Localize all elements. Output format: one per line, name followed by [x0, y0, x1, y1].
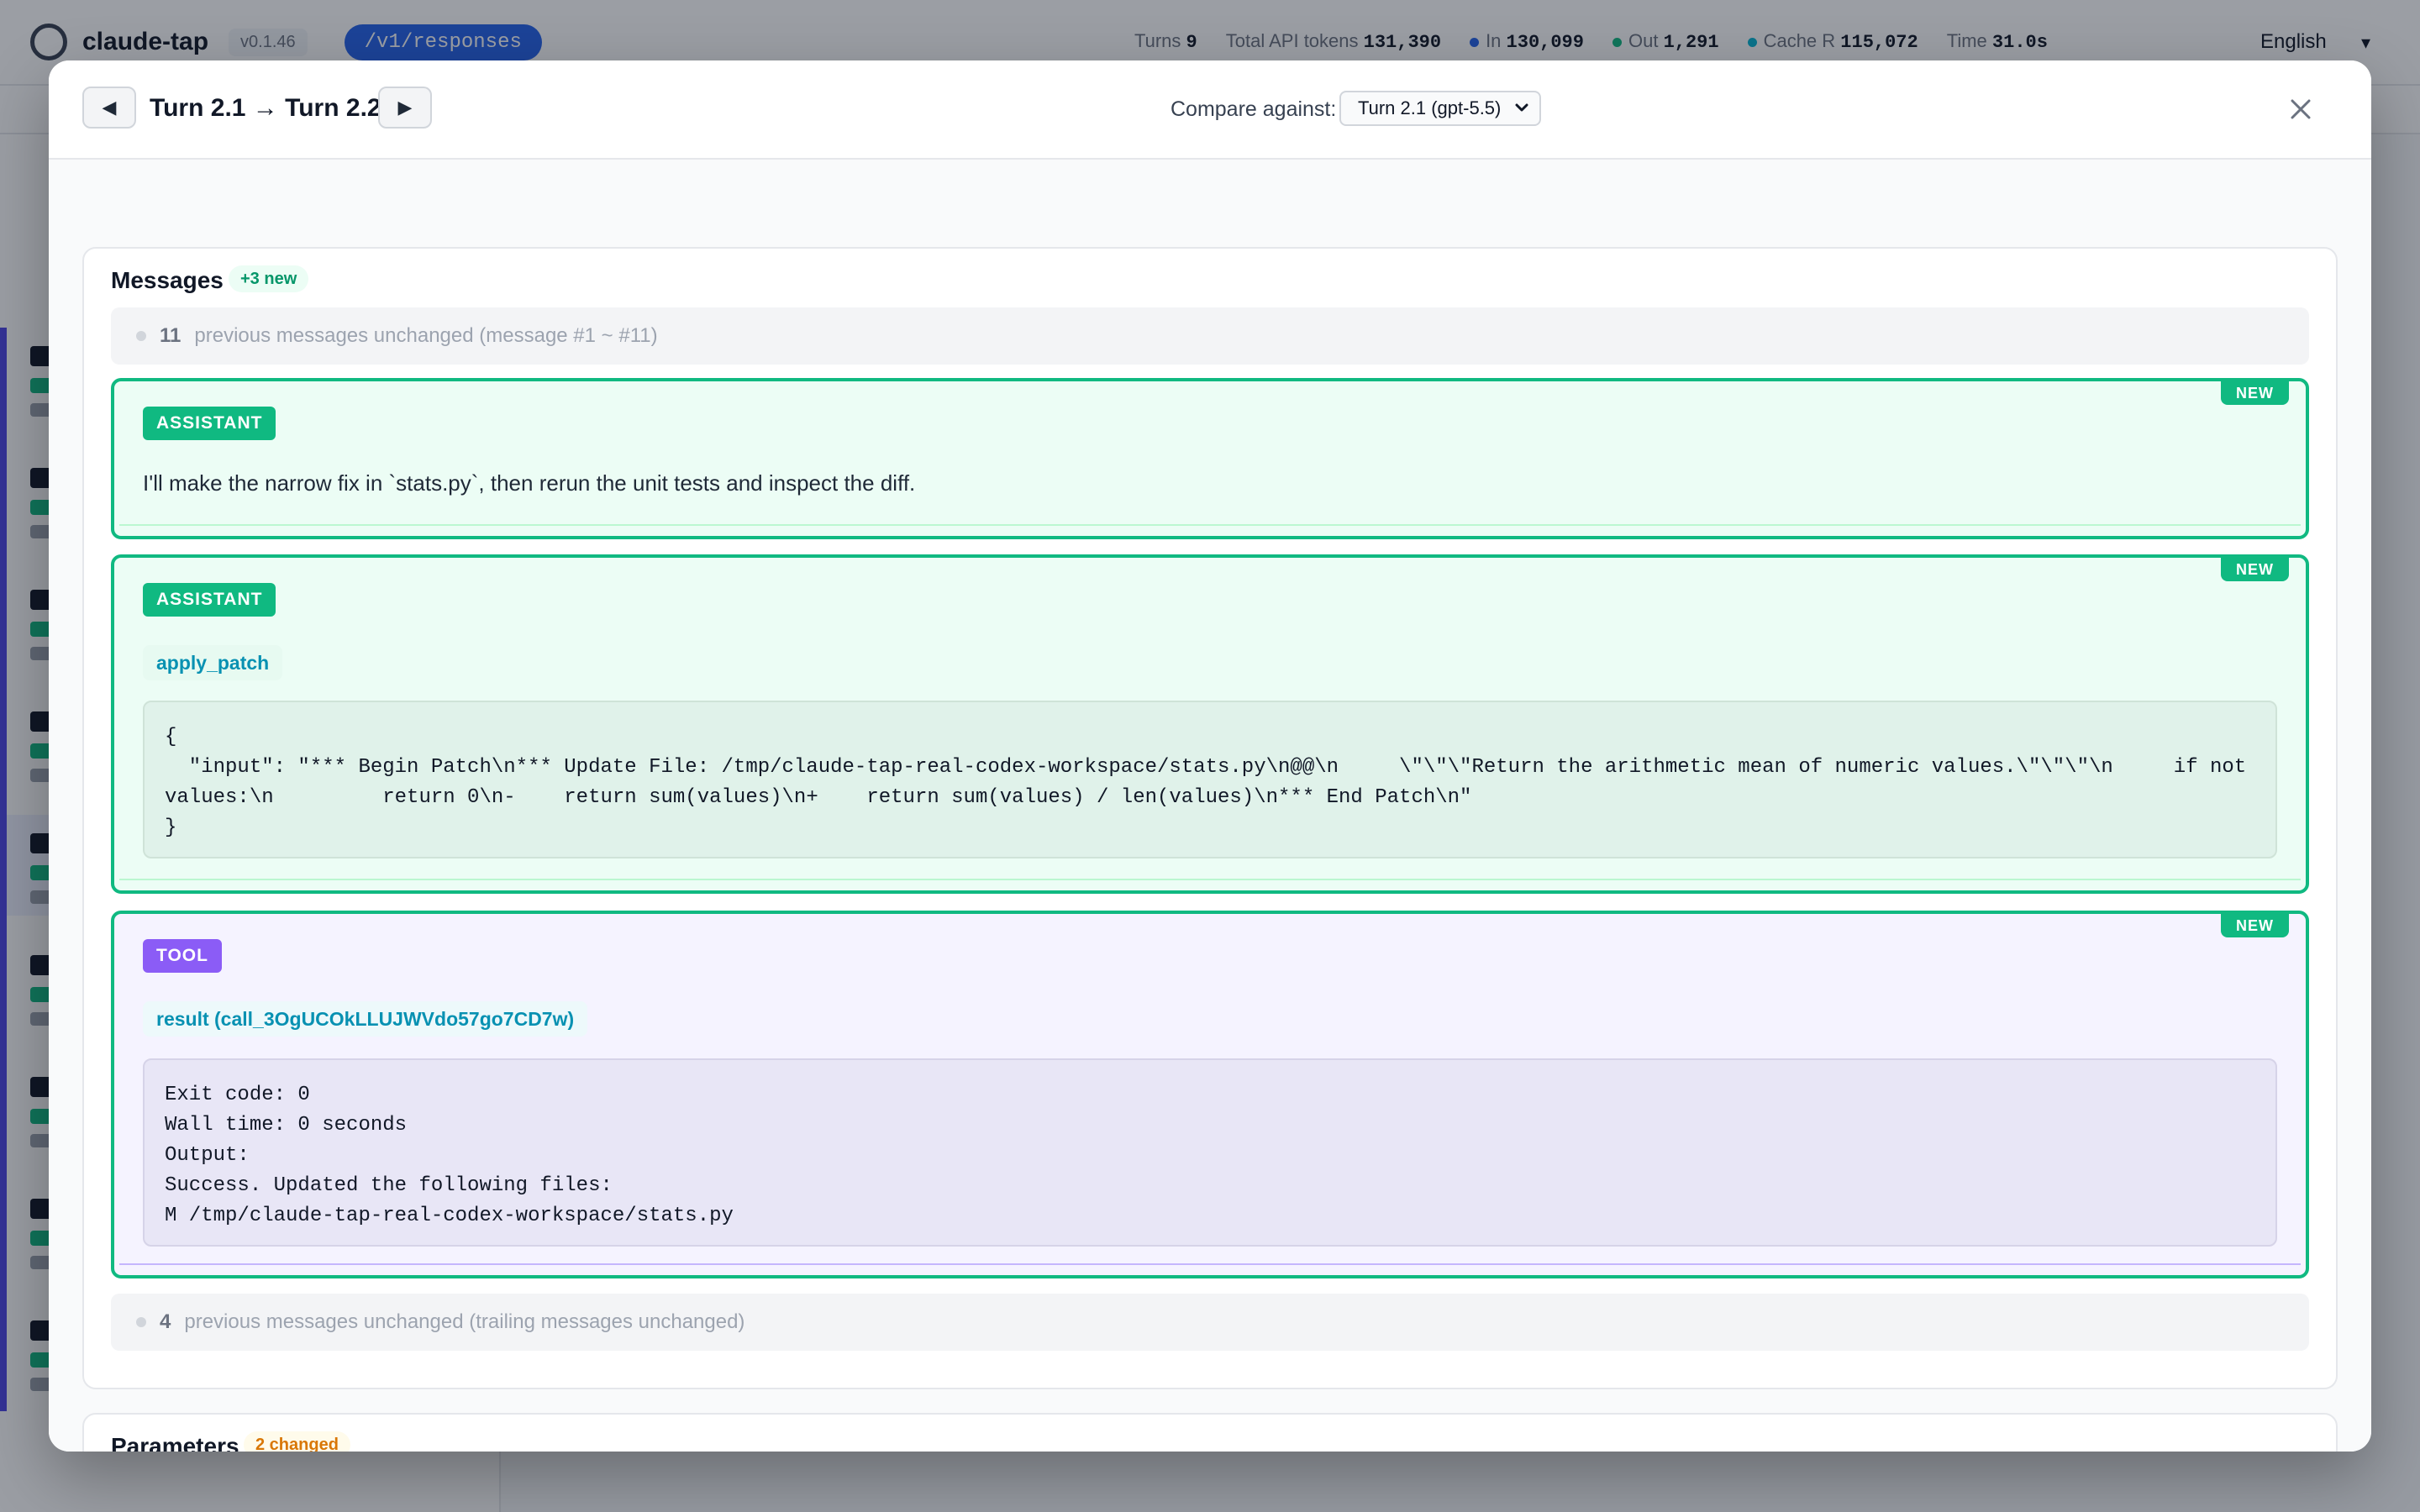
tool-result-output-code: Exit code: 0 Wall time: 0 seconds Output…	[143, 1058, 2277, 1247]
chevron-down-icon	[1515, 103, 1528, 112]
message-new-tool-result: NEW TOOL result (call_3OgUCOkLLUJWVdo57g…	[111, 911, 2309, 1278]
messages-title: Messages	[111, 267, 224, 293]
triangle-right-icon: ▶	[397, 97, 413, 118]
modal-header: ◀ Turn 2.1 → Turn 2.2 ▶ Compare against:…	[49, 60, 2371, 160]
message-new-assistant-tool-call: NEW ASSISTANT apply_patch { "input": "**…	[111, 554, 2309, 894]
unchanged-messages-top[interactable]: 11 previous messages unchanged (message …	[111, 307, 2309, 365]
new-badge: NEW	[2221, 914, 2289, 937]
next-turn-button[interactable]: ▶	[378, 87, 432, 129]
tool-call-arguments-code: { "input": "*** Begin Patch\n*** Update …	[143, 701, 2277, 858]
compare-select[interactable]: Turn 2.1 (gpt-5.5)	[1339, 91, 1541, 126]
compare-selected-value: Turn 2.1 (gpt-5.5)	[1358, 97, 1502, 118]
parameters-title: Parameters	[111, 1433, 239, 1452]
new-count-badge: +3 new	[229, 265, 309, 292]
role-badge-assistant: ASSISTANT	[143, 407, 276, 440]
unchanged-text: previous messages unchanged (message #1 …	[194, 324, 658, 347]
previous-turn-button[interactable]: ◀	[82, 87, 136, 129]
parameters-card: Parameters 2 changed previous_response_i…	[82, 1413, 2338, 1452]
modal-body[interactable]: Messages +3 new 11 previous messages unc…	[49, 160, 2371, 1452]
message-text: I'll make the narrow fix in `stats.py`, …	[143, 470, 916, 496]
unchanged-count: 11	[160, 324, 182, 347]
bullet-icon	[136, 1317, 146, 1327]
unchanged-messages-bottom[interactable]: 4 previous messages unchanged (trailing …	[111, 1294, 2309, 1351]
modal-title: Turn 2.1 → Turn 2.2	[150, 94, 381, 122]
turn-diff-modal: ◀ Turn 2.1 → Turn 2.2 ▶ Compare against:…	[49, 60, 2371, 1452]
tool-result-chip: result (call_3OgUCOkLLUJWVdo57go7CD7w)	[143, 1001, 588, 1037]
message-divider	[119, 879, 2301, 880]
message-divider	[119, 1263, 2301, 1265]
changed-count-badge: 2 changed	[244, 1431, 350, 1452]
role-badge-tool: TOOL	[143, 939, 222, 973]
triangle-left-icon: ◀	[102, 97, 117, 118]
message-divider	[119, 524, 2301, 526]
unchanged-text: previous messages unchanged (trailing me…	[184, 1310, 745, 1333]
close-icon	[2291, 99, 2311, 119]
close-button[interactable]	[2282, 91, 2319, 128]
message-new-assistant-text: NEW ASSISTANT I'll make the narrow fix i…	[111, 378, 2309, 539]
unchanged-count: 4	[160, 1310, 171, 1333]
messages-card: Messages +3 new 11 previous messages unc…	[82, 247, 2338, 1389]
new-badge: NEW	[2221, 381, 2289, 405]
compare-label: Compare against:	[1171, 97, 1337, 121]
function-name-chip: apply_patch	[143, 645, 283, 680]
new-badge: NEW	[2221, 558, 2289, 581]
role-badge-assistant: ASSISTANT	[143, 583, 276, 617]
bullet-icon	[136, 331, 146, 341]
